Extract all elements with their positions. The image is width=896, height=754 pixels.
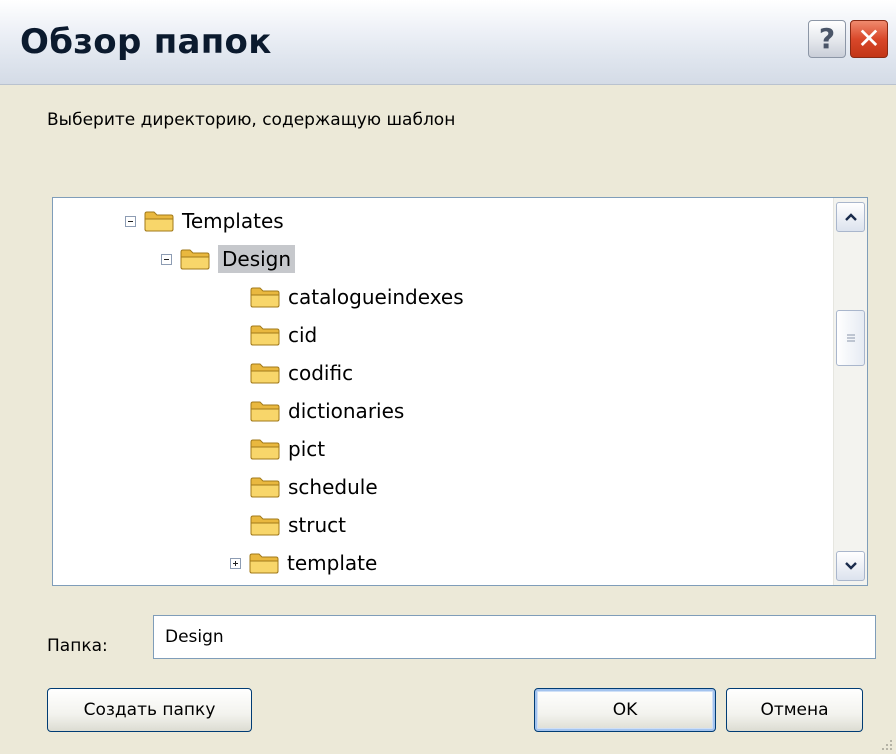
cancel-button[interactable]: Отмена (726, 688, 863, 732)
scroll-down-button[interactable] (836, 551, 865, 581)
vertical-scrollbar[interactable] (833, 198, 867, 585)
collapse-icon[interactable] (161, 253, 172, 265)
folder-input[interactable] (153, 615, 876, 659)
folder-icon (249, 553, 279, 574)
folder-icon (180, 249, 210, 270)
tree-item[interactable]: template (230, 544, 377, 582)
dialog-title: Обзор папок (20, 22, 272, 62)
tree-item[interactable]: Templates (125, 202, 284, 240)
folder-tree[interactable]: Templates Design catalogueindexes cid codifi… (52, 197, 868, 586)
folder-icon (250, 287, 280, 308)
tree-item[interactable]: catalogueindexes (250, 278, 464, 316)
tree-item-label: dictionaries (288, 399, 405, 423)
tree-item-label: catalogueindexes (288, 285, 464, 309)
help-icon: ? (818, 22, 836, 55)
scroll-thumb[interactable] (836, 310, 865, 366)
folder-icon (250, 477, 280, 498)
tree-item-label: codific (288, 361, 354, 385)
scroll-up-button[interactable] (836, 202, 865, 232)
create-folder-button[interactable]: Создать папку (47, 688, 252, 732)
folder-icon (250, 515, 280, 536)
tree-item-label: struct (288, 513, 346, 537)
folder-icon (144, 211, 174, 232)
tree-item[interactable]: codific (250, 354, 353, 392)
folder-icon (250, 363, 280, 384)
tree-item[interactable]: struct (250, 506, 346, 544)
chevron-up-icon (844, 213, 857, 221)
tree-item-label: Templates (182, 209, 284, 233)
title-bar[interactable]: Обзор папок ? ✕ (0, 0, 896, 85)
expand-icon[interactable] (230, 557, 241, 569)
tree-item-label: Design (218, 245, 296, 273)
chevron-down-icon (844, 562, 857, 570)
collapse-icon[interactable] (125, 215, 136, 227)
close-button[interactable]: ✕ (850, 20, 888, 58)
tree-item-label: cid (288, 323, 318, 347)
resize-grip-icon[interactable] (880, 738, 894, 752)
tree-item[interactable]: schedule (250, 468, 378, 506)
tree-item[interactable]: cid (250, 316, 317, 354)
close-icon: ✕ (857, 22, 881, 55)
help-button[interactable]: ? (808, 20, 846, 58)
tree-item-label: pict (288, 437, 326, 461)
tree-item[interactable]: dictionaries (250, 392, 404, 430)
folder-icon (250, 439, 280, 460)
tree-item[interactable]: Design (161, 240, 296, 278)
grip-lines-icon (846, 334, 855, 342)
folder-icon (250, 325, 280, 346)
instruction-text: Выберите директорию, содержащую шаблон (47, 110, 456, 130)
tree-item-label: schedule (288, 475, 378, 499)
tree-item-label: template (287, 551, 378, 575)
ok-button[interactable]: OK (534, 688, 716, 732)
folder-field-label: Папка: (47, 636, 108, 656)
tree-item[interactable]: pict (250, 430, 325, 468)
folder-icon (250, 401, 280, 422)
browse-folder-dialog: Обзор папок ? ✕ Выберите директорию, сод… (0, 0, 896, 754)
